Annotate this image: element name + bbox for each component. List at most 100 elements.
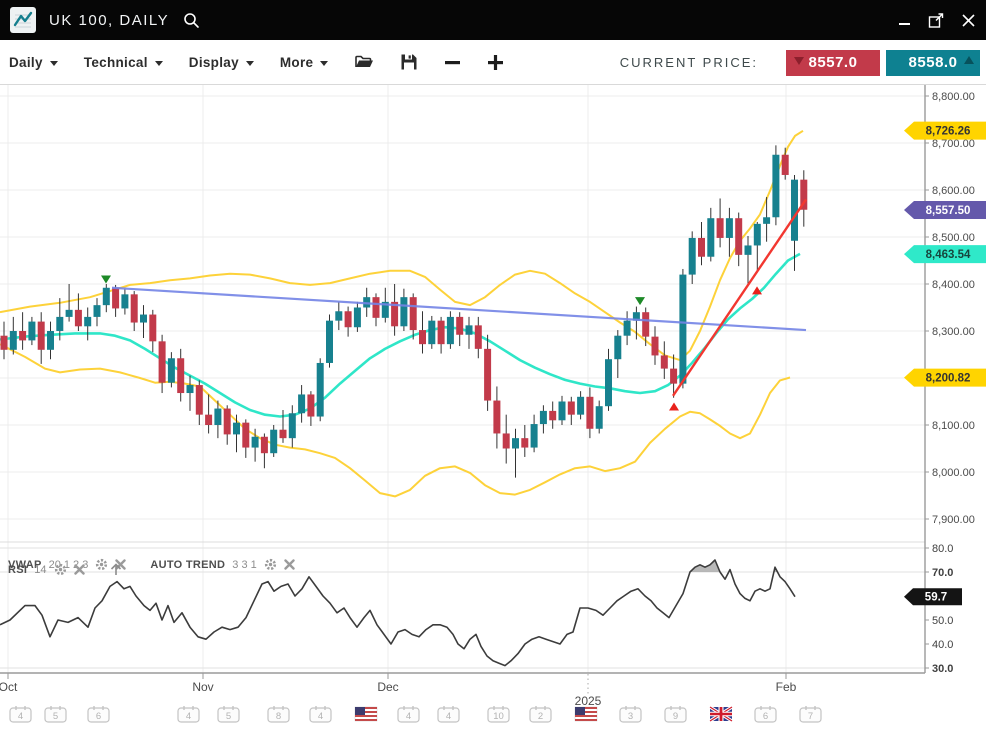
menu-timeframe-label: Daily <box>9 55 43 70</box>
rsi-indicator-row: RSI 14 <box>8 562 123 577</box>
zoom-in-icon[interactable] <box>487 54 504 71</box>
calendar-day-icon[interactable]: 5 <box>45 706 66 722</box>
svg-text:6: 6 <box>96 711 101 722</box>
calendar-day-icon[interactable]: 10 <box>488 706 509 722</box>
autotrend-indicator-label: AUTO TREND <box>150 559 225 571</box>
menu-technical-label: Technical <box>84 55 148 70</box>
svg-text:8,100.00: 8,100.00 <box>932 420 975 432</box>
current-price-group: CURRENT PRICE: 8557.0 8558.0 <box>620 40 980 85</box>
calendar-day-icon[interactable]: 4 <box>398 706 419 722</box>
autotrend-remove-icon[interactable] <box>284 559 295 570</box>
zoom-out-icon[interactable] <box>444 54 461 71</box>
rsi-remove-icon[interactable] <box>74 564 85 575</box>
svg-text:Feb: Feb <box>776 680 797 694</box>
menu-timeframe[interactable]: Daily <box>9 55 58 70</box>
rsi-settings-gear-icon[interactable] <box>54 563 67 576</box>
window-title: UK 100, DAILY <box>49 12 169 29</box>
svg-text:30.0: 30.0 <box>932 663 953 675</box>
ask-price-badge[interactable]: 8558.0 <box>886 50 980 76</box>
svg-text:4: 4 <box>318 711 323 722</box>
save-icon[interactable] <box>400 53 418 71</box>
candlesticks <box>1 145 808 477</box>
calendar-day-icon[interactable]: 2 <box>530 706 551 722</box>
chevron-down-icon <box>155 61 163 66</box>
svg-text:8,726.26: 8,726.26 <box>926 126 971 138</box>
calendar-day-icon[interactable]: 7 <box>800 706 821 722</box>
search-icon[interactable] <box>183 12 200 29</box>
svg-text:8,500.00: 8,500.00 <box>932 232 975 244</box>
autotrend-indicator-params: 3 3 1 <box>232 559 256 571</box>
svg-text:59.7: 59.7 <box>925 592 947 604</box>
svg-text:40.0: 40.0 <box>932 639 953 651</box>
svg-text:7: 7 <box>808 711 813 722</box>
minimize-button[interactable] <box>898 13 912 27</box>
svg-text:80.0: 80.0 <box>932 543 953 555</box>
economic-calendar-row: 4 5 6 4 5 8 4 4 4 10 2 3 9 6 7 <box>10 706 821 722</box>
price-rsi-chart[interactable]: 8,800.00 8,700.00 8,600.00 8,500.00 8,400.00… <box>0 85 986 730</box>
current-price-label: CURRENT PRICE: <box>620 55 758 70</box>
svg-text:50.0: 50.0 <box>932 615 953 627</box>
svg-text:8,000.00: 8,000.00 <box>932 467 975 479</box>
svg-text:5: 5 <box>226 711 231 722</box>
calendar-day-icon[interactable]: 4 <box>10 706 31 722</box>
svg-text:5: 5 <box>53 711 58 722</box>
svg-text:8,300.00: 8,300.00 <box>932 326 975 338</box>
bid-price-value: 8557.0 <box>809 54 858 71</box>
svg-text:7,900.00: 7,900.00 <box>932 514 975 526</box>
svg-text:8,700.00: 8,700.00 <box>932 138 975 150</box>
calendar-day-icon[interactable]: 9 <box>665 706 686 722</box>
svg-text:2: 2 <box>538 711 543 722</box>
menu-more[interactable]: More <box>280 55 328 70</box>
svg-text:8: 8 <box>276 711 281 722</box>
chart-canvas[interactable]: 8,800.00 8,700.00 8,600.00 8,500.00 8,400.00… <box>0 85 986 730</box>
open-folder-icon[interactable] <box>354 53 374 71</box>
svg-text:4: 4 <box>186 711 191 722</box>
calendar-day-icon[interactable]: 4 <box>310 706 331 722</box>
svg-text:8,400.00: 8,400.00 <box>932 279 975 291</box>
svg-text:9: 9 <box>673 711 678 722</box>
calendar-day-icon[interactable]: 8 <box>268 706 289 722</box>
calendar-day-icon[interactable]: 6 <box>88 706 109 722</box>
chevron-down-icon <box>246 61 254 66</box>
calendar-day-icon[interactable]: 5 <box>218 706 239 722</box>
chart-toolbar: Daily Technical Display More <box>0 40 986 85</box>
popout-button[interactable] <box>928 12 945 29</box>
menu-more-label: More <box>280 55 313 70</box>
title-bar: UK 100, DAILY <box>0 0 986 40</box>
ask-price-value: 8558.0 <box>909 54 958 71</box>
app-logo-icon <box>10 7 36 33</box>
bid-price-badge[interactable]: 8557.0 <box>786 50 880 76</box>
svg-text:8,200.82: 8,200.82 <box>926 373 971 385</box>
gb-flag-icon[interactable] <box>710 707 732 721</box>
svg-text:6: 6 <box>763 711 768 722</box>
svg-text:Dec: Dec <box>377 680 398 694</box>
chevron-down-icon <box>50 61 58 66</box>
svg-text:70.0: 70.0 <box>932 567 953 579</box>
menu-technical[interactable]: Technical <box>84 55 163 70</box>
svg-text:8,463.54: 8,463.54 <box>926 249 971 261</box>
menu-display-label: Display <box>189 55 239 70</box>
rsi-indicator-params: 14 <box>34 564 46 576</box>
us-flag-icon[interactable] <box>355 707 377 721</box>
close-button[interactable] <box>961 13 976 28</box>
svg-text:4: 4 <box>446 711 451 722</box>
chevron-down-icon <box>320 61 328 66</box>
svg-text:3: 3 <box>628 711 633 722</box>
price-down-arrow-icon <box>794 57 804 65</box>
svg-text:8,800.00: 8,800.00 <box>932 91 975 103</box>
rsi-indicator-label: RSI <box>8 564 27 576</box>
svg-text:Oct: Oct <box>0 680 18 694</box>
rsi-move-pane-up-icon[interactable] <box>109 562 123 577</box>
svg-text:2025: 2025 <box>575 694 602 708</box>
menu-display[interactable]: Display <box>189 55 254 70</box>
svg-text:4: 4 <box>406 711 411 722</box>
us-flag-icon[interactable] <box>575 707 597 721</box>
calendar-day-icon[interactable]: 4 <box>438 706 459 722</box>
calendar-day-icon[interactable]: 3 <box>620 706 641 722</box>
calendar-day-icon[interactable]: 6 <box>755 706 776 722</box>
autotrend-settings-gear-icon[interactable] <box>264 558 277 571</box>
price-up-arrow-icon <box>964 56 974 64</box>
svg-text:8,600.00: 8,600.00 <box>932 185 975 197</box>
calendar-day-icon[interactable]: 4 <box>178 706 199 722</box>
svg-text:4: 4 <box>18 711 23 722</box>
